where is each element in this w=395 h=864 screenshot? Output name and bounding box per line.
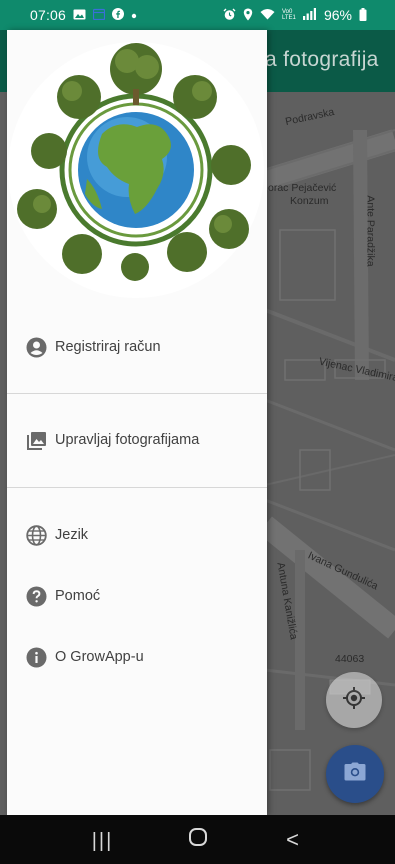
map-label-ante-paradzika: Ante Paradžika	[364, 195, 377, 267]
growapp-logo	[7, 39, 267, 301]
my-location-button[interactable]	[326, 672, 382, 728]
status-right: Vo0 LTE1 96%	[223, 7, 367, 23]
status-left: 07:06	[30, 7, 137, 23]
calendar-icon	[92, 8, 106, 22]
menu-item-about[interactable]: O GrowApp-u	[7, 637, 267, 677]
menu-item-label: Registriraj račun	[55, 339, 161, 355]
back-button[interactable]: <	[268, 827, 318, 853]
recent-apps-icon: |||	[91, 829, 114, 852]
back-icon: <	[286, 826, 299, 852]
camera-icon	[344, 762, 366, 787]
recent-apps-button[interactable]: |||	[78, 827, 128, 853]
home-icon	[188, 827, 208, 852]
wifi-icon	[260, 8, 275, 22]
app-title: a fotografija	[265, 48, 379, 71]
camera-button[interactable]	[326, 745, 384, 803]
status-time: 07:06	[30, 7, 67, 23]
account-circle-icon	[26, 337, 47, 358]
system-nav-bar: ||| <	[0, 815, 395, 864]
battery-icon	[359, 7, 367, 23]
dot-icon	[131, 9, 137, 21]
globe-icon	[26, 524, 47, 546]
help-circle-icon	[26, 586, 47, 607]
my-location-icon	[342, 686, 366, 715]
menu-item-label: Upravljaj fotografijama	[55, 432, 200, 448]
menu-item-language[interactable]: Jezik	[7, 515, 267, 555]
volte-icon: Vo0 LTE1	[281, 9, 296, 21]
facebook-icon	[112, 8, 125, 22]
menu-item-label: Pomoć	[55, 588, 101, 604]
map-label-konzum: Konzum	[290, 195, 329, 207]
menu-item-help[interactable]: Pomoć	[7, 576, 267, 616]
signal-icon	[302, 8, 317, 22]
photo-library-icon	[26, 430, 47, 451]
location-icon	[243, 8, 253, 23]
menu-item-manage-photos[interactable]: Upravljaj fotografijama	[7, 420, 267, 460]
info-icon	[26, 647, 47, 668]
divider	[7, 393, 267, 394]
home-button[interactable]	[173, 827, 223, 853]
battery-percent: 96%	[323, 7, 352, 23]
divider	[7, 487, 267, 488]
status-bar: 07:06 Vo0 LTE1 96%	[0, 0, 395, 30]
image-icon	[73, 9, 86, 22]
navigation-drawer: Registriraj račun Upravljaj fotografijam…	[7, 30, 267, 815]
map-label-44063: 44063	[335, 653, 365, 665]
menu-item-register[interactable]: Registriraj račun	[7, 327, 267, 367]
map-label-pejacevic: orac Pejačević	[268, 182, 337, 194]
menu-item-label: Jezik	[55, 527, 89, 543]
alarm-icon	[223, 8, 236, 23]
menu-item-label: O GrowApp-u	[55, 649, 144, 665]
